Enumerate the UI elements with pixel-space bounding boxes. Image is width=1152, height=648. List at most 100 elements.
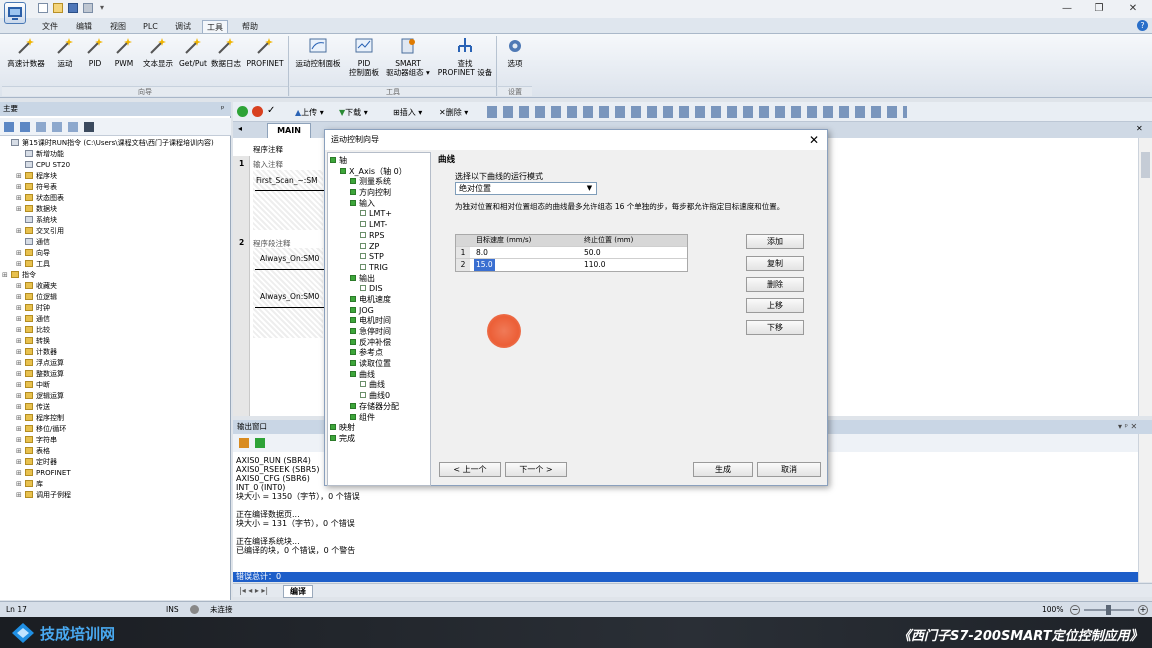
zoom-in-icon[interactable]: + [1138,605,1148,615]
wizard-tree-item[interactable]: LMT- [330,220,430,231]
expand-icon[interactable]: ⊞ [16,182,25,193]
expand-icon[interactable]: ⊞ [16,391,25,402]
expand-icon[interactable]: ⊞ [16,281,25,292]
expand-icon[interactable]: ⊞ [16,226,25,237]
wizard-tree-item[interactable]: RPS [330,231,430,242]
expand-icon[interactable]: ⊞ [2,270,11,281]
close-button[interactable]: ✕ [1120,2,1146,16]
wizard-tree-item[interactable]: 组件 [330,413,430,424]
wizard-tree-item[interactable]: 轴 [330,156,430,167]
expand-icon[interactable]: ⊞ [16,336,25,347]
ribbon-pwm-button[interactable]: PWM [111,36,137,80]
menu-tools[interactable]: 工具 [202,20,228,33]
tree-item[interactable]: ⊞ 通信 [0,314,231,325]
tree-item[interactable]: ⊞ 定时器 [0,457,231,468]
ribbon-pid-panel-button[interactable]: PID 控制面板 [347,36,381,80]
expand-icon[interactable]: ⊞ [16,380,25,391]
restore-button[interactable]: ❐ [1086,2,1112,16]
download-button[interactable]: ▼下载 ▾ [339,107,368,118]
move-down-button[interactable]: 下移 [746,320,804,335]
output-window-controls[interactable]: ▾ ᵖ ✕ [1118,422,1137,431]
ribbon-motion-button[interactable]: 运动 [52,36,78,80]
menu-view[interactable]: 视图 [110,20,126,33]
ribbon-profinet-button[interactable]: PROFINET [245,36,285,80]
goto-icon[interactable] [255,438,265,448]
open-folder-icon[interactable] [53,3,63,13]
ribbon-pid-button[interactable]: PID [82,36,108,80]
move-up-button[interactable]: 上移 [746,298,804,313]
menu-edit[interactable]: 编辑 [76,20,92,33]
wizard-tree-item[interactable]: STP [330,252,430,263]
tree-item[interactable]: ⊞ 传送 [0,402,231,413]
tree-tool-icon[interactable] [4,122,14,132]
wizard-tree-item[interactable]: 电机时间 [330,316,430,327]
menu-debug[interactable]: 调试 [175,20,191,33]
expand-icon[interactable]: ⊞ [16,314,25,325]
tree-item[interactable]: CPU ST20 [0,160,231,171]
qat-dropdown-icon[interactable]: ▾ [100,3,104,12]
ribbon-motion-panel-button[interactable]: 运动控制面板 [292,36,344,80]
stop-icon[interactable] [252,106,263,117]
ribbon-getput-button[interactable]: Get/Put [177,36,209,80]
tree-item[interactable]: 通信 [0,237,231,248]
copy-button[interactable]: 复制 [746,256,804,271]
wizard-tree-item[interactable]: 急停时间 [330,327,430,338]
expand-icon[interactable]: ⊞ [16,171,25,182]
output-selected-line[interactable]: 错误总计：0 [233,572,1138,582]
minimize-button[interactable]: — [1054,2,1080,16]
expand-icon[interactable]: ⊞ [16,468,25,479]
tree-item[interactable]: ⊞ 字符串 [0,435,231,446]
expand-icon[interactable]: ⊞ [16,435,25,446]
expand-icon[interactable]: ⊞ [16,369,25,380]
expand-icon[interactable]: ⊞ [16,347,25,358]
tree-item[interactable]: ⊞ 位逻辑 [0,292,231,303]
expand-icon[interactable]: ⊞ [16,490,25,501]
ribbon-find-profinet-button[interactable]: 查找 PROFINET 设备 [436,36,494,80]
editor-scrollbar[interactable] [1138,138,1152,416]
next-button[interactable]: 下一个 > [505,462,567,477]
dialog-close-button[interactable]: ✕ [807,133,821,147]
delete-button[interactable]: ✕删除 ▾ [439,107,468,118]
cell-speed-selected[interactable]: 15.0 [474,259,495,271]
tree-tool-icon[interactable] [52,122,62,132]
tree-tool-icon[interactable] [20,122,30,132]
tree-item[interactable]: ⊞ 符号表 [0,182,231,193]
insert-button[interactable]: ⊞插入 ▾ [393,107,422,118]
add-button[interactable]: 添加 [746,234,804,249]
expand-icon[interactable]: ⊞ [16,204,25,215]
app-logo-icon[interactable] [4,2,26,24]
expand-icon[interactable]: ⊞ [16,248,25,259]
tab-nav-icons[interactable]: |◂ ◂ ▸ ▸| [239,586,268,595]
tree-item[interactable]: ⊞ 指令 [0,270,231,281]
wizard-tree-item[interactable]: 存储器分配 [330,402,430,413]
output-scrollbar[interactable] [1138,434,1152,582]
wizard-tree-item[interactable]: 输出 [330,274,430,285]
tab-scroll-left-icon[interactable]: ◂ [238,124,242,133]
wizard-tree-item[interactable]: 方向控制 [330,188,430,199]
upload-button[interactable]: ▲上传 ▾ [295,107,324,118]
wizard-tree-item[interactable]: 测量系统 [330,177,430,188]
tree-item[interactable]: ⊞ 工具 [0,259,231,270]
tree-item[interactable]: ⊞ 向导 [0,248,231,259]
zoom-slider-thumb[interactable] [1106,605,1111,615]
expand-icon[interactable]: ⊞ [16,259,25,270]
tree-item[interactable]: 第15课时RUN指令 (C:\Users\课程文档\西门子课程培训内容) [0,138,231,149]
print-icon[interactable] [83,3,93,13]
wizard-tree-item[interactable]: 完成 [330,434,430,445]
expand-icon[interactable]: ⊞ [16,413,25,424]
wizard-tree-item[interactable]: 映射 [330,423,430,434]
run-icon[interactable] [237,106,248,117]
expand-icon[interactable]: ⊞ [16,446,25,457]
tree-tool-icon[interactable] [36,122,46,132]
tree-item[interactable]: ⊞ 时钟 [0,303,231,314]
table-row[interactable]: 1 8.0 50.0 [456,246,687,259]
tree-item[interactable]: 系统块 [0,215,231,226]
expand-icon[interactable]: ⊞ [16,479,25,490]
scroll-thumb[interactable] [1141,152,1150,178]
wizard-tree-item[interactable]: ZP [330,242,430,253]
menu-help[interactable]: 帮助 [242,20,258,33]
tree-item[interactable]: ⊞ 计数器 [0,347,231,358]
expand-icon[interactable]: ⊞ [16,424,25,435]
expand-icon[interactable]: ⊞ [16,193,25,204]
table-row[interactable]: 2 15.0 110.0 [456,258,687,271]
